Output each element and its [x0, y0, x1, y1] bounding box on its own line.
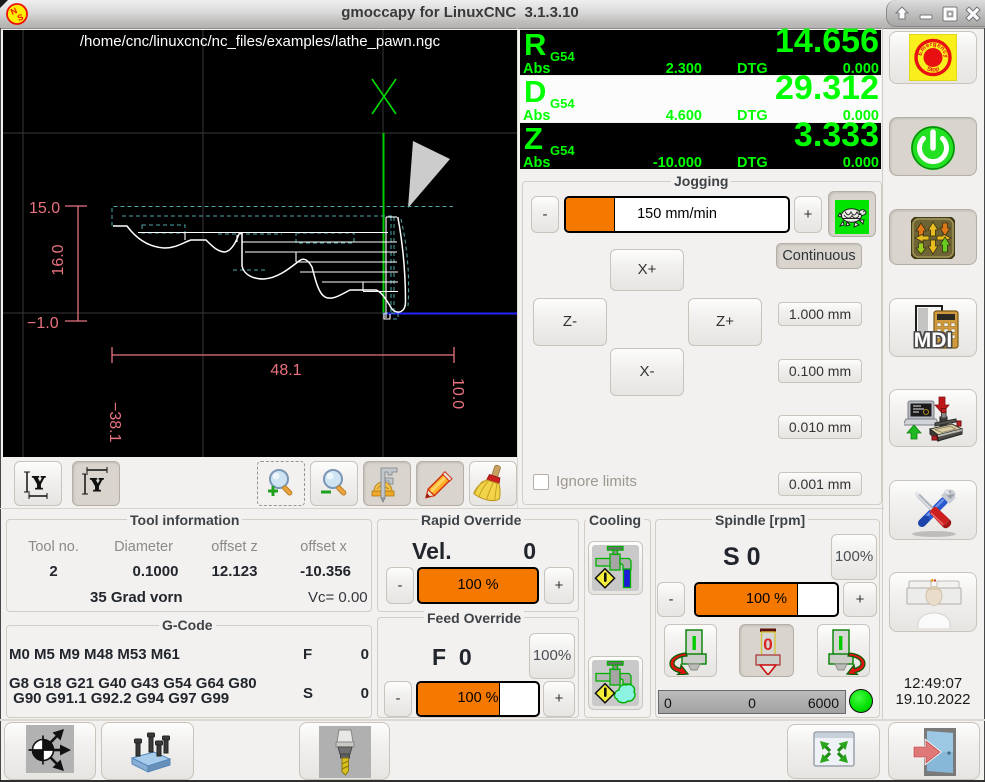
svg-text:0: 0 — [763, 635, 772, 654]
svg-text:48.1: 48.1 — [270, 362, 301, 379]
svg-text:−1.0: −1.0 — [27, 315, 59, 332]
svg-text:−38.1: −38.1 — [106, 402, 123, 443]
svg-text:15.0: 15.0 — [29, 200, 60, 217]
svg-text:Y: Y — [32, 473, 46, 494]
svg-text:10.0: 10.0 — [449, 378, 466, 409]
svg-text:/home/cnc/linuxcnc/nc_files/ex: /home/cnc/linuxcnc/nc_files/examples/lat… — [80, 33, 441, 50]
svg-text:16.0: 16.0 — [50, 244, 67, 275]
svg-text:Y: Y — [90, 475, 104, 496]
